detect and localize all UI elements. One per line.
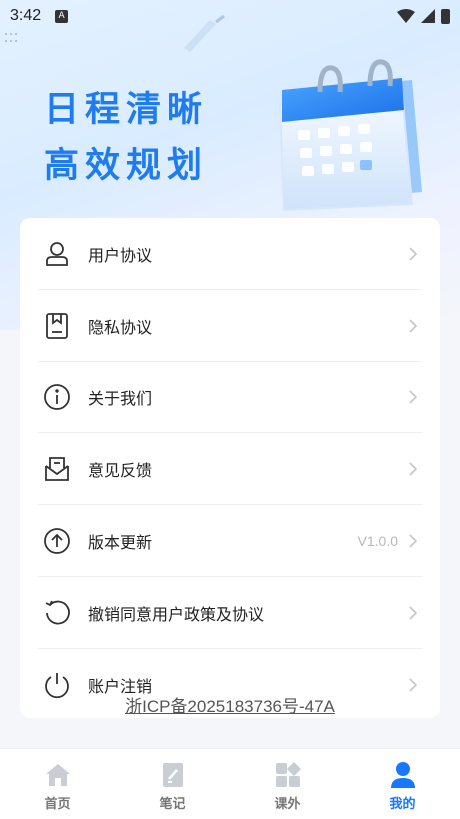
menu-label: 版本更新 (88, 533, 153, 553)
icp-license-link[interactable]: 浙ICP备2025183736号-47A (0, 692, 460, 717)
chevron-right-icon (409, 319, 418, 333)
menu-item-version-update[interactable]: 版本更新 V1.0.0 (20, 505, 440, 577)
decorative-pencil-icon (184, 14, 225, 52)
tab-label: 我的 (389, 797, 416, 812)
menu-label: 用户协议 (88, 245, 153, 265)
chevron-right-icon (409, 247, 418, 261)
tab-label: 课外 (274, 797, 301, 812)
menu-label: 隐私协议 (88, 317, 153, 337)
tab-label: 笔记 (159, 797, 186, 812)
privacy-document-icon (42, 311, 72, 341)
chevron-right-icon (409, 390, 418, 405)
chevron-right-icon (409, 462, 418, 476)
chevron-right-icon (409, 678, 418, 692)
apps-icon (275, 762, 301, 787)
profile-icon (390, 762, 415, 788)
tab-notes[interactable]: 笔记 (115, 749, 230, 819)
menu-item-privacy[interactable]: 隐私协议 (20, 290, 440, 362)
notes-icon (162, 763, 183, 787)
upload-arrow-icon (42, 526, 72, 556)
wifi-icon (397, 9, 415, 23)
status-icons (397, 8, 450, 24)
tab-label: 首页 (44, 797, 71, 812)
menu-item-user-agreement[interactable]: 用户协议 (20, 218, 440, 290)
status-bar: 3:42 A (0, 0, 460, 32)
signal-icon (421, 9, 435, 23)
tab-extracurricular[interactable]: 课外 (230, 749, 345, 819)
calendar-illustration-icon (278, 59, 422, 212)
settings-menu-card: 用户协议 隐私协议 关于我们 意见反馈 版本更新 V1.0.0 撤销同意用户政策… (20, 218, 440, 718)
tab-home[interactable]: 首页 (0, 749, 115, 819)
hero-slogan: 日程清晰 高效规划 (44, 82, 208, 194)
user-agreement-icon (42, 239, 72, 269)
status-time: 3:42 (10, 7, 42, 24)
menu-item-revoke-consent[interactable]: 撤销同意用户政策及协议 (20, 577, 440, 649)
chevron-right-icon (409, 534, 418, 548)
hero-slogan-line2: 高效规划 (44, 146, 209, 186)
decorative-dots-icon (5, 33, 17, 42)
undo-icon (42, 598, 72, 628)
menu-item-about-us[interactable]: 关于我们 (20, 362, 440, 434)
info-icon (42, 382, 72, 412)
tab-profile[interactable]: 我的 (345, 749, 460, 819)
home-icon (45, 764, 70, 786)
feedback-mail-icon (42, 454, 72, 484)
menu-label: 撤销同意用户政策及协议 (88, 604, 265, 624)
bottom-tab-bar: 首页 笔记 课外 我的 (0, 748, 460, 819)
hero-slogan-line1: 日程清晰 (44, 90, 209, 130)
version-value: V1.0.0 (357, 533, 398, 550)
chevron-right-icon (409, 606, 418, 620)
battery-icon (441, 8, 450, 24)
menu-item-feedback[interactable]: 意见反馈 (20, 433, 440, 505)
menu-label: 意见反馈 (88, 461, 153, 481)
notification-badge: A (55, 9, 69, 23)
menu-label: 关于我们 (88, 389, 153, 409)
